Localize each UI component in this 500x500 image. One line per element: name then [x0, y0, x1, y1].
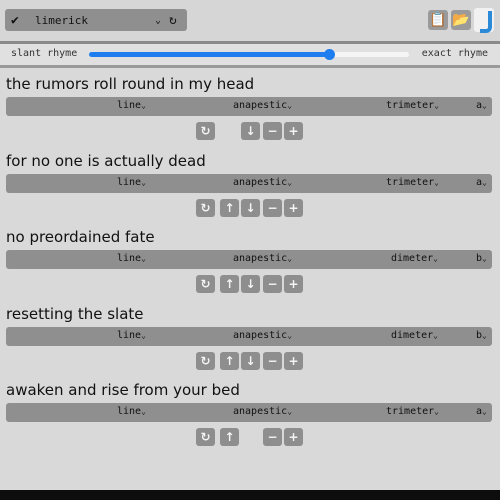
line-type-select[interactable]: line⌄: [117, 253, 146, 264]
chevron-down-icon: ⌄: [482, 407, 487, 416]
meter-select[interactable]: dimeter⌄: [391, 330, 438, 341]
chevron-down-icon: ⌄: [434, 407, 439, 416]
refresh-icon[interactable]: ↻: [169, 13, 187, 28]
line-text[interactable]: no preordained fate: [6, 228, 155, 246]
chevron-down-icon: ⌄: [482, 101, 487, 110]
refresh-button[interactable]: ↻: [196, 352, 215, 370]
move-up-button[interactable]: ↑: [220, 428, 239, 446]
remove-line-button[interactable]: −: [263, 275, 282, 293]
remove-line-button[interactable]: −: [263, 352, 282, 370]
add-line-button[interactable]: +: [284, 352, 303, 370]
chevron-down-icon: ⌄: [482, 331, 487, 340]
chevron-down-icon: ⌄: [141, 254, 146, 263]
move-down-button[interactable]: ↓: [241, 199, 260, 217]
tool-buttons: 📋 📂: [428, 8, 494, 33]
chevron-down-icon: ⌄: [482, 254, 487, 263]
chevron-down-icon: ⌄: [287, 407, 293, 416]
line-meta-bar: line⌄ anapestic⌄ dimeter⌄ b⌄: [6, 250, 492, 269]
chevron-down-icon: ⌄: [287, 254, 293, 263]
stanza-4: resetting the slate line⌄ anapestic⌄ dimete…: [0, 305, 500, 381]
exact-rhyme-label: exact rhyme: [421, 48, 488, 59]
chevron-down-icon: ⌄: [141, 407, 146, 416]
rhyme-slider[interactable]: [89, 49, 409, 60]
line-type-select[interactable]: line⌄: [117, 406, 146, 417]
foot-select[interactable]: anapestic⌄: [233, 253, 292, 264]
move-down-button[interactable]: ↓: [241, 352, 260, 370]
add-line-button[interactable]: +: [284, 122, 303, 140]
meter-select[interactable]: dimeter⌄: [391, 253, 438, 264]
chevron-down-icon: ⌄: [287, 178, 293, 187]
stanza-5: awaken and rise from your bed line⌄ anapes…: [0, 381, 500, 457]
foot-select[interactable]: anapestic⌄: [233, 330, 292, 341]
chevron-down-icon: ⌄: [141, 101, 146, 110]
remove-line-button[interactable]: −: [263, 122, 282, 140]
add-line-button[interactable]: +: [284, 199, 303, 217]
chevron-down-icon: ⌄: [141, 178, 146, 187]
remove-line-button[interactable]: −: [263, 199, 282, 217]
refresh-button[interactable]: ↻: [196, 199, 215, 217]
stanza-3: no preordained fate line⌄ anapestic⌄ dimete…: [0, 228, 500, 304]
refresh-button[interactable]: ↻: [196, 275, 215, 293]
form-select[interactable]: ✔ limerick ⌄ ↻: [5, 9, 187, 31]
chevron-down-icon: ⌄: [482, 178, 487, 187]
chevron-down-icon: ⌄: [141, 331, 146, 340]
line-text[interactable]: awaken and rise from your bed: [6, 381, 240, 399]
rhyme-select[interactable]: a⌄: [476, 100, 487, 111]
form-select-label: limerick: [35, 13, 88, 27]
chevron-down-icon: ⌄: [433, 254, 438, 263]
move-up-button[interactable]: ↑: [220, 275, 239, 293]
rhyme-select[interactable]: b⌄: [476, 330, 487, 341]
foot-select[interactable]: anapestic⌄: [233, 177, 292, 188]
line-meta-bar: line⌄ anapestic⌄ trimeter⌄ a⌄: [6, 403, 492, 422]
line-meta-bar: line⌄ anapestic⌄ trimeter⌄ a⌄: [6, 97, 492, 116]
chevron-down-icon[interactable]: ⌄: [155, 15, 169, 26]
folder-icon[interactable]: 📂: [451, 10, 471, 30]
rhyme-slider-row: slant rhyme exact rhyme: [0, 44, 500, 68]
move-down-button[interactable]: ↓: [241, 275, 260, 293]
rhyme-select[interactable]: a⌄: [476, 406, 487, 417]
refresh-button[interactable]: ↻: [196, 428, 215, 446]
chevron-down-icon: ⌄: [287, 331, 293, 340]
add-line-button[interactable]: +: [284, 428, 303, 446]
top-toolbar: ✔ limerick ⌄ ↻ 📋 📂: [0, 0, 500, 44]
chevron-down-icon: ⌄: [434, 178, 439, 187]
move-down-button[interactable]: ↓: [241, 122, 260, 140]
chevron-down-icon: ⌄: [433, 331, 438, 340]
slant-rhyme-label: slant rhyme: [11, 48, 78, 59]
add-line-button[interactable]: +: [284, 275, 303, 293]
meter-select[interactable]: trimeter⌄: [386, 100, 439, 111]
meter-select[interactable]: trimeter⌄: [386, 406, 439, 417]
line-meta-bar: line⌄ anapestic⌄ dimeter⌄ b⌄: [6, 327, 492, 346]
line-meta-bar: line⌄ anapestic⌄ trimeter⌄ a⌄: [6, 174, 492, 193]
stanza-1: the rumors roll round in my head line⌄ ana…: [0, 75, 500, 151]
line-text[interactable]: the rumors roll round in my head: [6, 75, 254, 93]
line-type-select[interactable]: line⌄: [117, 100, 146, 111]
chevron-down-icon: ⌄: [287, 101, 293, 110]
bottom-bar: [0, 490, 500, 500]
line-text[interactable]: resetting the slate: [6, 305, 144, 323]
rhyme-select[interactable]: a⌄: [476, 177, 487, 188]
logo-icon[interactable]: [474, 8, 494, 33]
line-type-select[interactable]: line⌄: [117, 330, 146, 341]
check-icon: ✔: [11, 12, 19, 28]
chevron-down-icon: ⌄: [434, 101, 439, 110]
stanza-2: for no one is actually dead line⌄ anapesti…: [0, 152, 500, 228]
clipboard-icon[interactable]: 📋: [428, 10, 448, 30]
line-type-select[interactable]: line⌄: [117, 177, 146, 188]
rhyme-slider-knob[interactable]: [324, 49, 335, 60]
rhyme-slider-fill: [89, 52, 329, 57]
remove-line-button[interactable]: −: [263, 428, 282, 446]
line-text[interactable]: for no one is actually dead: [6, 152, 206, 170]
foot-select[interactable]: anapestic⌄: [233, 406, 292, 417]
move-up-button[interactable]: ↑: [220, 352, 239, 370]
refresh-button[interactable]: ↻: [196, 122, 215, 140]
rhyme-select[interactable]: b⌄: [476, 253, 487, 264]
move-up-button[interactable]: ↑: [220, 199, 239, 217]
meter-select[interactable]: trimeter⌄: [386, 177, 439, 188]
foot-select[interactable]: anapestic⌄: [233, 100, 292, 111]
